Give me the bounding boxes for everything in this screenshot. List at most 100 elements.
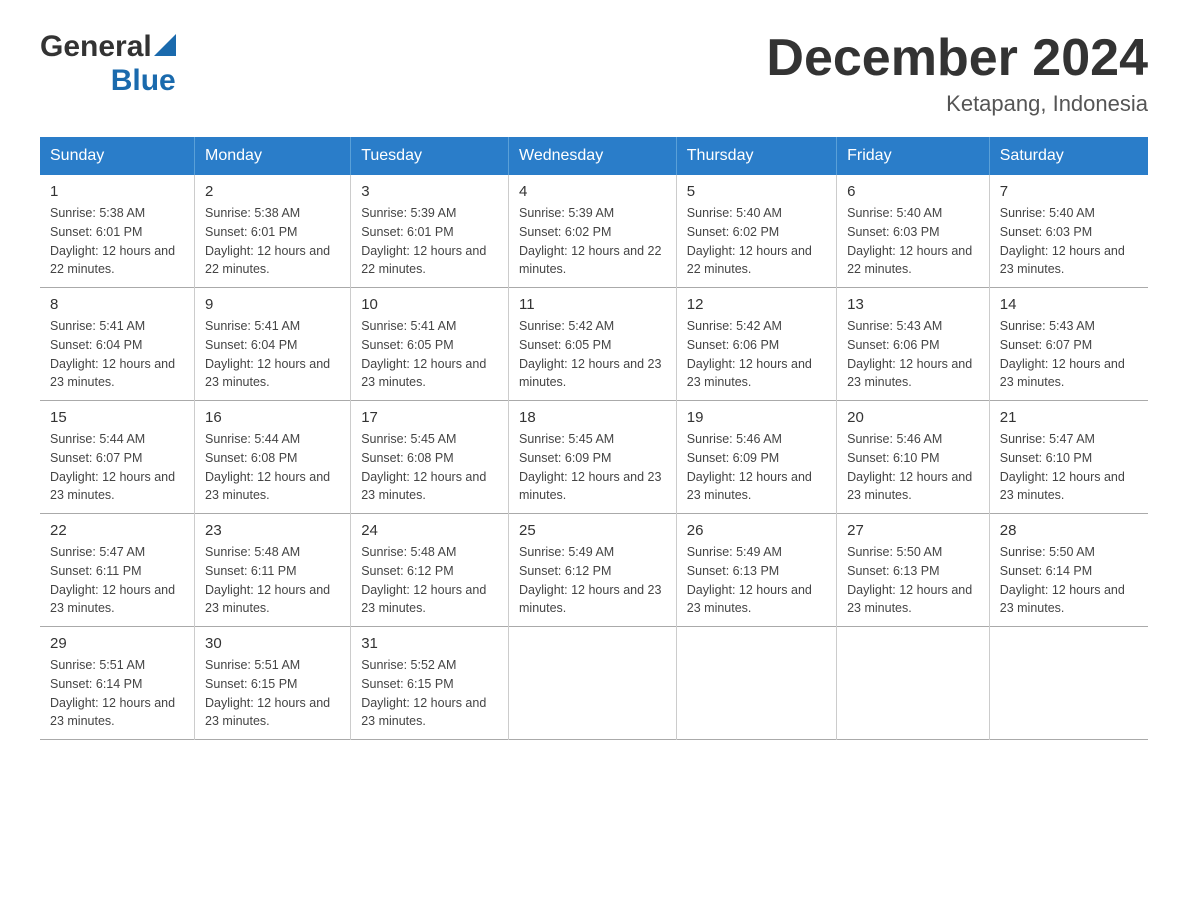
day-info: Sunrise: 5:45 AMSunset: 6:08 PMDaylight:… [361,430,498,505]
day-info: Sunrise: 5:40 AMSunset: 6:02 PMDaylight:… [687,204,826,279]
day-number: 13 [847,296,979,313]
day-info: Sunrise: 5:40 AMSunset: 6:03 PMDaylight:… [1000,204,1138,279]
day-info: Sunrise: 5:43 AMSunset: 6:07 PMDaylight:… [1000,317,1138,392]
calendar-cell: 13 Sunrise: 5:43 AMSunset: 6:06 PMDayligh… [837,288,990,401]
calendar-header-row: SundayMondayTuesdayWednesdayThursdayFrid… [40,137,1148,175]
day-number: 18 [519,409,666,426]
logo: General Blue [40,30,176,98]
calendar-cell: 28 Sunrise: 5:50 AMSunset: 6:14 PMDayligh… [989,514,1148,627]
day-number: 29 [50,635,184,652]
header: General Blue December 2024 Ketapang, Ind… [40,30,1148,117]
day-info: Sunrise: 5:44 AMSunset: 6:08 PMDaylight:… [205,430,340,505]
day-info: Sunrise: 5:42 AMSunset: 6:06 PMDaylight:… [687,317,826,392]
calendar-cell: 7 Sunrise: 5:40 AMSunset: 6:03 PMDaylight… [989,175,1148,288]
calendar-cell: 16 Sunrise: 5:44 AMSunset: 6:08 PMDayligh… [195,401,351,514]
day-number: 16 [205,409,340,426]
logo-icon [154,34,176,56]
calendar-week-row: 22Sunrise: 5:47 AMSunset: 6:11 PMDayligh… [40,514,1148,627]
calendar-cell: 4 Sunrise: 5:39 AMSunset: 6:02 PMDaylight… [509,175,677,288]
day-info: Sunrise: 5:40 AMSunset: 6:03 PMDaylight:… [847,204,979,279]
header-sunday: Sunday [40,137,195,175]
title-section: December 2024 Ketapang, Indonesia [766,30,1148,117]
calendar-cell: 9 Sunrise: 5:41 AMSunset: 6:04 PMDaylight… [195,288,351,401]
logo-general: General [40,30,152,64]
header-wednesday: Wednesday [509,137,677,175]
day-info: Sunrise: 5:50 AMSunset: 6:14 PMDaylight:… [1000,543,1138,618]
calendar-table: SundayMondayTuesdayWednesdayThursdayFrid… [40,137,1148,740]
calendar-cell: 3 Sunrise: 5:39 AMSunset: 6:01 PMDaylight… [351,175,509,288]
calendar-cell: 26 Sunrise: 5:49 AMSunset: 6:13 PMDayligh… [676,514,836,627]
calendar-cell: 20Sunrise: 5:46 AMSunset: 6:10 PMDayligh… [837,401,990,514]
day-number: 24 [361,522,498,539]
day-number: 3 [361,183,498,200]
day-info: Sunrise: 5:39 AMSunset: 6:01 PMDaylight:… [361,204,498,279]
day-number: 2 [205,183,340,200]
day-info: Sunrise: 5:42 AMSunset: 6:05 PMDaylight:… [519,317,666,392]
day-number: 31 [361,635,498,652]
calendar-cell: 21 Sunrise: 5:47 AMSunset: 6:10 PMDayligh… [989,401,1148,514]
day-number: 17 [361,409,498,426]
day-number: 9 [205,296,340,313]
day-number: 8 [50,296,184,313]
day-info: Sunrise: 5:38 AMSunset: 6:01 PMDaylight:… [205,204,340,279]
calendar-cell: 27 Sunrise: 5:50 AMSunset: 6:13 PMDayligh… [837,514,990,627]
day-number: 14 [1000,296,1138,313]
day-number: 5 [687,183,826,200]
header-saturday: Saturday [989,137,1148,175]
day-info: Sunrise: 5:41 AMSunset: 6:04 PMDaylight:… [50,317,184,392]
calendar-cell [989,627,1148,740]
header-monday: Monday [195,137,351,175]
day-number: 11 [519,296,666,313]
calendar-cell: 18Sunrise: 5:45 AMSunset: 6:09 PMDayligh… [509,401,677,514]
day-info: Sunrise: 5:51 AMSunset: 6:15 PMDaylight:… [205,656,340,731]
calendar-cell: 29 Sunrise: 5:51 AMSunset: 6:14 PMDayligh… [40,627,195,740]
day-number: 19 [687,409,826,426]
day-info: Sunrise: 5:48 AMSunset: 6:12 PMDaylight:… [361,543,498,618]
header-tuesday: Tuesday [351,137,509,175]
day-info: Sunrise: 5:51 AMSunset: 6:14 PMDaylight:… [50,656,184,731]
calendar-cell: 19Sunrise: 5:46 AMSunset: 6:09 PMDayligh… [676,401,836,514]
calendar-cell: 14 Sunrise: 5:43 AMSunset: 6:07 PMDayligh… [989,288,1148,401]
day-number: 10 [361,296,498,313]
day-info: Sunrise: 5:52 AMSunset: 6:15 PMDaylight:… [361,656,498,731]
day-number: 23 [205,522,340,539]
day-info: Sunrise: 5:41 AMSunset: 6:04 PMDaylight:… [205,317,340,392]
day-number: 4 [519,183,666,200]
day-number: 26 [687,522,826,539]
day-info: Sunrise: 5:39 AMSunset: 6:02 PMDaylight:… [519,204,666,279]
calendar-cell [837,627,990,740]
calendar-week-row: 8 Sunrise: 5:41 AMSunset: 6:04 PMDaylight… [40,288,1148,401]
calendar-cell: 17 Sunrise: 5:45 AMSunset: 6:08 PMDayligh… [351,401,509,514]
day-number: 27 [847,522,979,539]
calendar-cell: 6 Sunrise: 5:40 AMSunset: 6:03 PMDaylight… [837,175,990,288]
day-info: Sunrise: 5:38 AMSunset: 6:01 PMDaylight:… [50,204,184,279]
day-number: 30 [205,635,340,652]
day-info: Sunrise: 5:41 AMSunset: 6:05 PMDaylight:… [361,317,498,392]
calendar-cell: 11 Sunrise: 5:42 AMSunset: 6:05 PMDayligh… [509,288,677,401]
day-info: Sunrise: 5:47 AMSunset: 6:10 PMDaylight:… [1000,430,1138,505]
day-info: Sunrise: 5:46 AMSunset: 6:10 PMDaylight:… [847,430,979,505]
calendar-week-row: 1Sunrise: 5:38 AMSunset: 6:01 PMDaylight… [40,175,1148,288]
calendar-cell: 22Sunrise: 5:47 AMSunset: 6:11 PMDayligh… [40,514,195,627]
day-info: Sunrise: 5:50 AMSunset: 6:13 PMDaylight:… [847,543,979,618]
day-number: 7 [1000,183,1138,200]
calendar-cell: 15Sunrise: 5:44 AMSunset: 6:07 PMDayligh… [40,401,195,514]
calendar-cell: 23Sunrise: 5:48 AMSunset: 6:11 PMDayligh… [195,514,351,627]
day-number: 28 [1000,522,1138,539]
day-info: Sunrise: 5:49 AMSunset: 6:12 PMDaylight:… [519,543,666,618]
calendar-cell: 8 Sunrise: 5:41 AMSunset: 6:04 PMDaylight… [40,288,195,401]
day-number: 21 [1000,409,1138,426]
calendar-cell: 1Sunrise: 5:38 AMSunset: 6:01 PMDaylight… [40,175,195,288]
calendar-cell: 5 Sunrise: 5:40 AMSunset: 6:02 PMDaylight… [676,175,836,288]
logo-blue: Blue [111,64,176,98]
day-info: Sunrise: 5:49 AMSunset: 6:13 PMDaylight:… [687,543,826,618]
day-info: Sunrise: 5:43 AMSunset: 6:06 PMDaylight:… [847,317,979,392]
page-title: December 2024 [766,30,1148,87]
calendar-cell: 12 Sunrise: 5:42 AMSunset: 6:06 PMDayligh… [676,288,836,401]
calendar-week-row: 15Sunrise: 5:44 AMSunset: 6:07 PMDayligh… [40,401,1148,514]
calendar-week-row: 29 Sunrise: 5:51 AMSunset: 6:14 PMDayligh… [40,627,1148,740]
calendar-cell: 10 Sunrise: 5:41 AMSunset: 6:05 PMDayligh… [351,288,509,401]
day-number: 12 [687,296,826,313]
day-number: 6 [847,183,979,200]
calendar-cell: 30 Sunrise: 5:51 AMSunset: 6:15 PMDayligh… [195,627,351,740]
